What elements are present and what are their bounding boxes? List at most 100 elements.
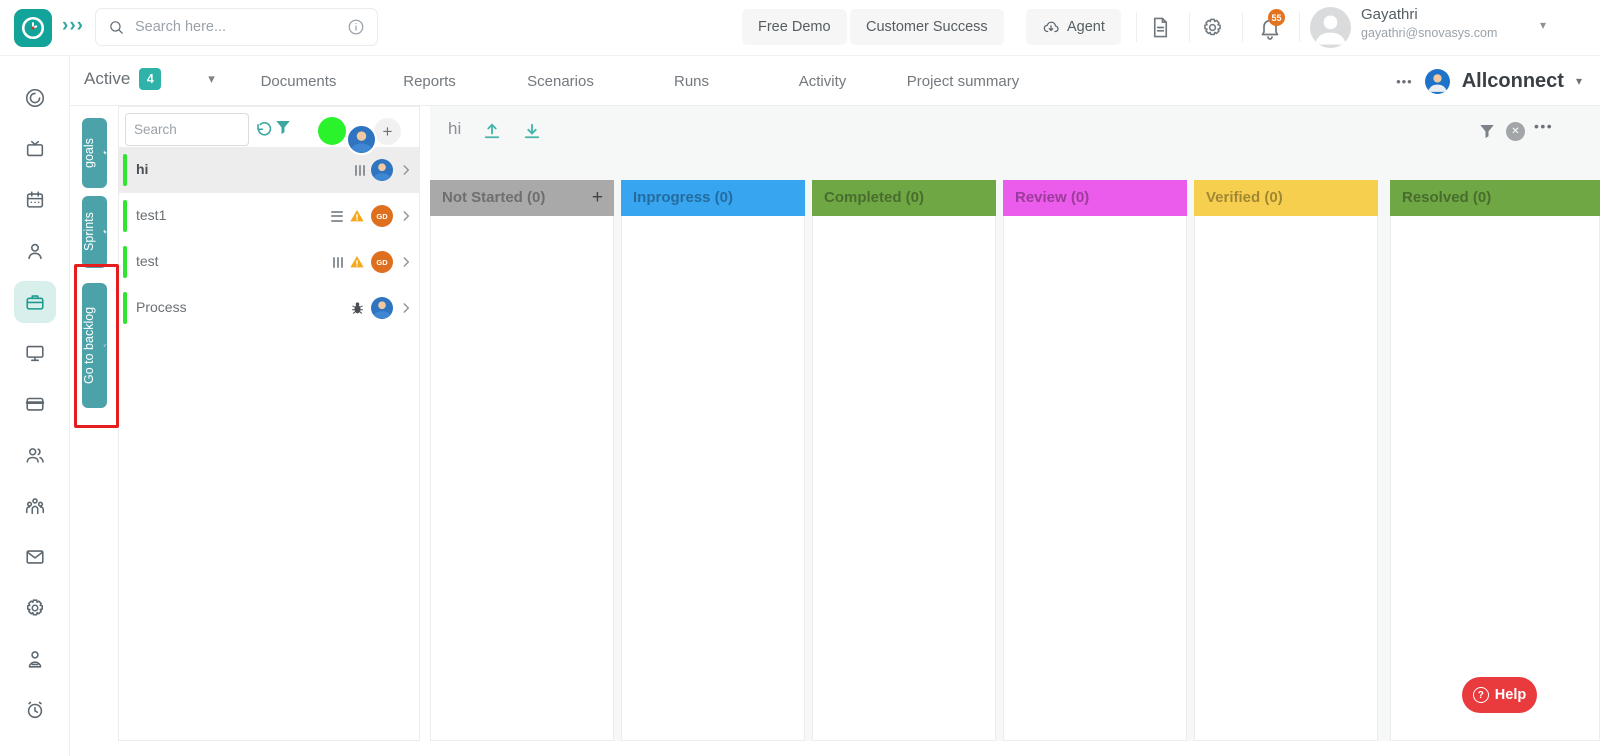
user-menu-caret[interactable]: ▾ — [1540, 18, 1546, 32]
sprint-row-hi[interactable]: hi — [119, 147, 419, 193]
back-arrow-icon — [99, 344, 112, 348]
sidebar-item-projects[interactable] — [14, 281, 56, 323]
kanban-column-completed: Completed (0) — [812, 180, 996, 741]
bug-icon — [350, 301, 365, 316]
column-body[interactable] — [430, 216, 614, 741]
sprint-row-test[interactable]: test GD — [119, 239, 419, 285]
tab-documents[interactable]: Documents — [233, 73, 364, 90]
column-label: Review (0) — [1015, 189, 1089, 206]
person-icon — [24, 240, 46, 262]
sidebar-item-tv[interactable] — [14, 128, 56, 170]
initials-badge: GD — [371, 205, 393, 227]
filter-icon[interactable] — [1478, 122, 1496, 140]
kanban-column-inprogress: Inprogress (0) — [621, 180, 805, 741]
column-label: Verified (0) — [1206, 189, 1283, 206]
sidebar-item-profile[interactable] — [14, 638, 56, 680]
project-switcher: ••• Allconnect ▾ — [1396, 56, 1582, 106]
filter-icon[interactable] — [274, 118, 292, 136]
chevron-down-icon[interactable]: ▾ — [1576, 74, 1582, 88]
project-avatar[interactable] — [1425, 69, 1450, 94]
document-icon[interactable] — [1149, 16, 1172, 39]
sidebar-item-billing[interactable] — [14, 383, 56, 425]
upload-icon[interactable] — [482, 121, 502, 141]
tab-runs[interactable]: Runs — [626, 73, 757, 90]
divider — [1242, 12, 1243, 42]
user-avatar[interactable] — [1310, 7, 1351, 48]
agent-button[interactable]: Agent — [1026, 9, 1121, 45]
sprint-row-process[interactable]: Process — [119, 285, 419, 331]
free-demo-button[interactable]: Free Demo — [742, 9, 847, 45]
tab-activity[interactable]: Activity — [757, 73, 888, 90]
sidebar-item-speed-dial[interactable] — [14, 77, 56, 119]
global-search-input[interactable] — [135, 19, 347, 35]
notifications-bell[interactable]: 55 — [1258, 16, 1282, 45]
sidebar-item-person[interactable] — [14, 230, 56, 272]
sidebar-item-monitor[interactable] — [14, 332, 56, 374]
column-body[interactable] — [1390, 216, 1600, 741]
project-name[interactable]: Allconnect — [1462, 70, 1564, 93]
bars-icon — [333, 257, 343, 268]
column-header: Verified (0) — [1194, 180, 1378, 216]
panel-search-input[interactable] — [125, 113, 249, 146]
sidebar-item-mail[interactable] — [14, 536, 56, 578]
sidebar-item-calendar[interactable] — [14, 179, 56, 221]
chevron-right-icon[interactable] — [399, 163, 413, 177]
status-bar — [123, 154, 127, 186]
divider — [1189, 12, 1190, 42]
column-label: Inprogress (0) — [633, 189, 733, 206]
undo-icon[interactable] — [255, 121, 273, 139]
sidebar-item-people[interactable] — [14, 434, 56, 476]
column-body[interactable] — [1194, 216, 1378, 741]
download-icon[interactable] — [522, 121, 542, 141]
tab-reports[interactable]: Reports — [364, 73, 495, 90]
divider — [1299, 12, 1300, 42]
people-icon — [24, 444, 46, 466]
column-body[interactable] — [621, 216, 805, 741]
app-logo[interactable] — [14, 9, 52, 47]
sidebar-item-team[interactable] — [14, 485, 56, 527]
add-card-button[interactable]: + — [592, 180, 603, 216]
info-icon[interactable] — [347, 18, 365, 36]
chevron-right-icon[interactable] — [399, 209, 413, 223]
avatar-photo[interactable] — [346, 124, 377, 155]
go-to-backlog-tab-label: Go to backlog — [82, 307, 96, 384]
vertical-tab-goals[interactable]: goals — [82, 118, 107, 188]
more-options-icon[interactable]: ••• — [1396, 74, 1413, 89]
chevron-right-icon[interactable] — [399, 255, 413, 269]
sprint-title: Process — [136, 299, 187, 315]
add-sprint-button[interactable]: + — [374, 118, 401, 145]
pin-icon — [100, 230, 111, 234]
vertical-tab-go-to-backlog[interactable]: Go to backlog — [82, 283, 107, 408]
agent-label: Agent — [1067, 19, 1105, 35]
help-button[interactable]: ? Help — [1462, 677, 1537, 713]
clear-filter-icon[interactable]: ✕ — [1506, 122, 1525, 141]
chevron-right-icon[interactable] — [399, 301, 413, 315]
sprint-title: test — [136, 253, 159, 269]
vertical-tab-sprints[interactable]: Sprints — [82, 196, 107, 268]
more-options-icon[interactable]: ••• — [1534, 118, 1553, 134]
sidebar-item-time[interactable] — [14, 689, 56, 731]
warning-icon — [349, 254, 365, 270]
warning-icon — [349, 208, 365, 224]
status-color-dot[interactable] — [318, 117, 346, 145]
column-header: Review (0) — [1003, 180, 1187, 216]
sprint-title: hi — [136, 161, 148, 177]
tv-icon — [24, 138, 46, 160]
sprint-row-test1[interactable]: test1 GD — [119, 193, 419, 239]
column-header: Resolved (0) — [1390, 180, 1600, 216]
sidebar-item-settings[interactable] — [14, 587, 56, 629]
customer-success-button[interactable]: Customer Success — [850, 9, 1004, 45]
tab-scenarios[interactable]: Scenarios — [495, 73, 626, 90]
column-header: Not Started (0) + — [430, 180, 614, 216]
sidebar-expand-chevrons[interactable]: ››› — [62, 15, 84, 37]
column-body[interactable] — [1003, 216, 1187, 741]
column-body[interactable] — [812, 216, 996, 741]
monitor-icon — [24, 342, 46, 364]
notification-count-badge: 55 — [1268, 9, 1285, 26]
chevron-down-icon: ▾ — [208, 71, 215, 87]
gear-icon[interactable] — [1201, 16, 1224, 39]
status-filter-dropdown[interactable]: Active 4 ▾ — [84, 68, 215, 90]
profile-icon — [24, 648, 46, 670]
tab-project-summary[interactable]: Project summary — [888, 73, 1038, 90]
top-header: ››› Free Demo Customer Success Agent — [0, 0, 1600, 56]
